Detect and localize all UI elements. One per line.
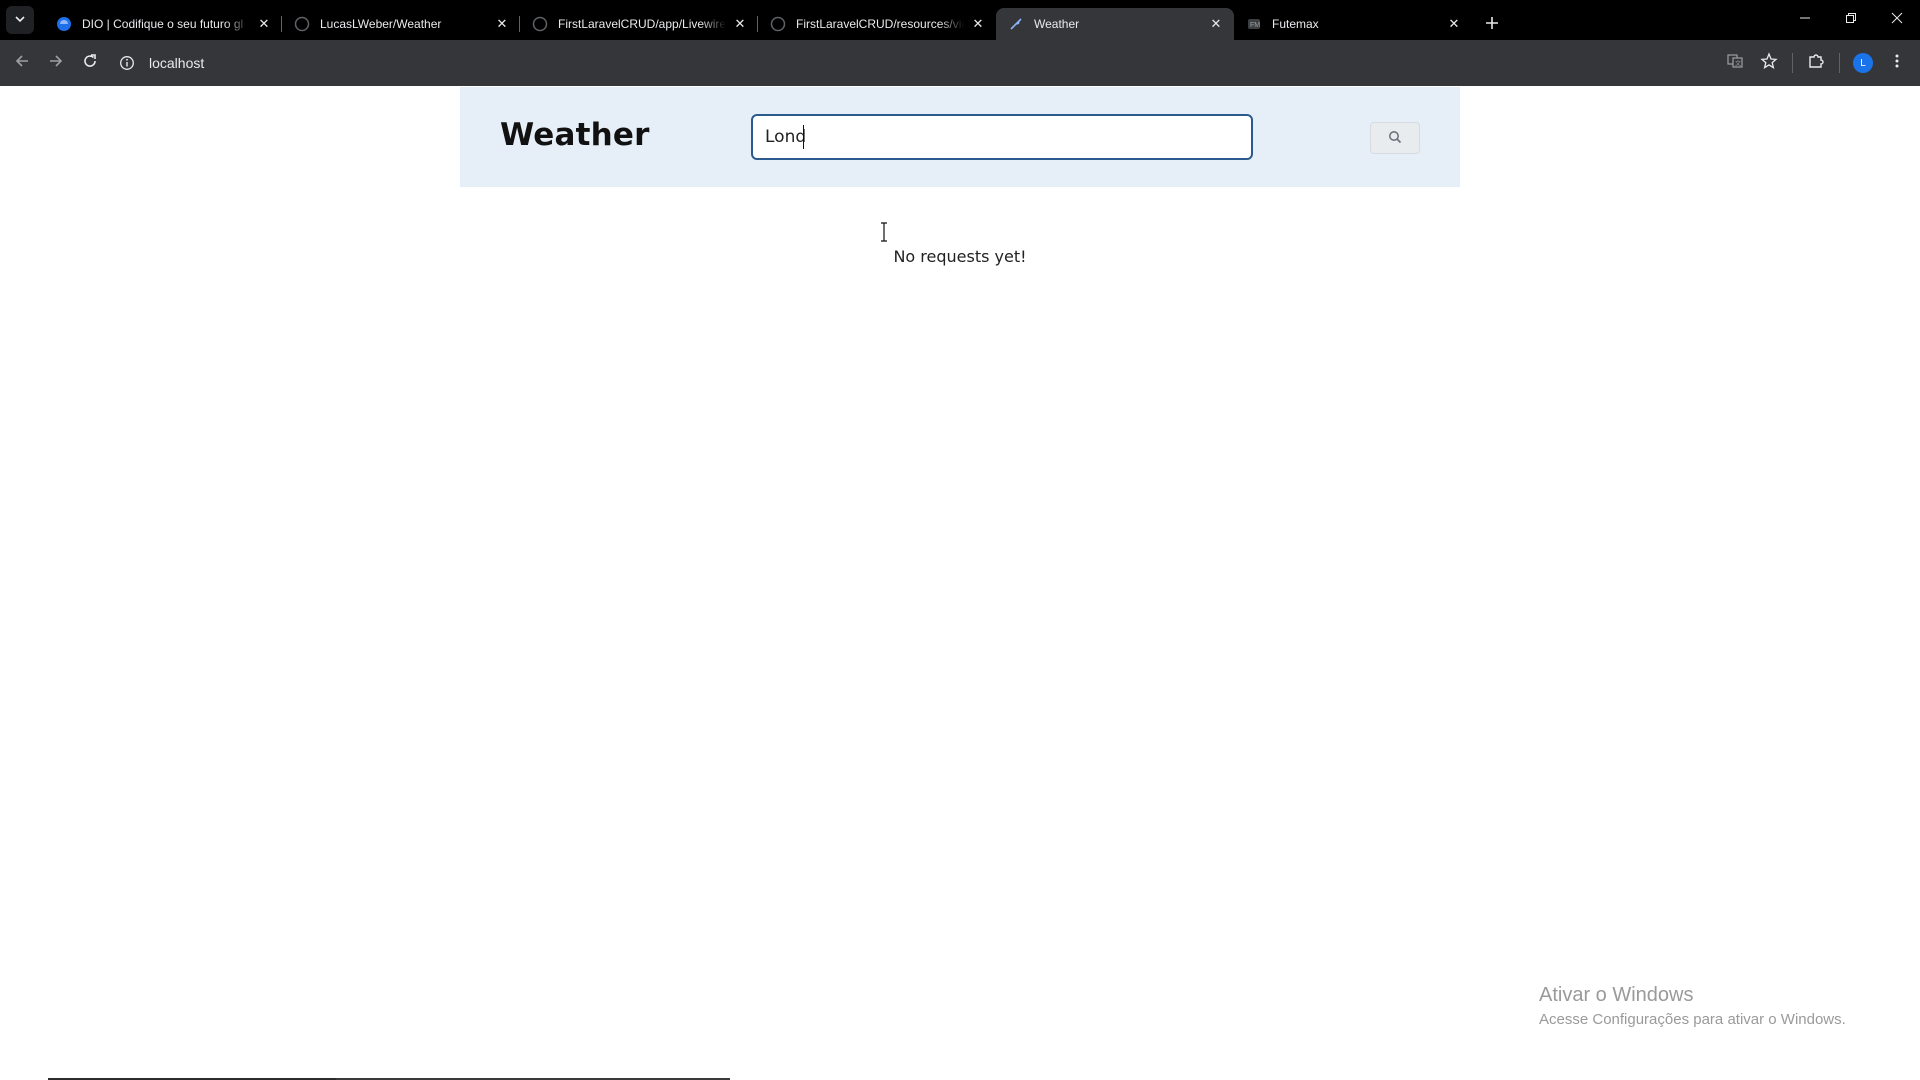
text-cursor-icon <box>879 222 889 242</box>
chevron-down-icon <box>14 13 26 28</box>
menu-button[interactable] <box>1880 46 1914 80</box>
tab-strip: DIO | Codifique o seu futuro gl ✕ LucasL… <box>0 0 1920 40</box>
tab-title: LucasLWeber/Weather <box>320 17 442 31</box>
close-icon[interactable]: ✕ <box>256 16 272 32</box>
plus-icon <box>1485 11 1499 35</box>
profile-button[interactable]: L <box>1846 46 1880 80</box>
window-controls <box>1782 0 1920 40</box>
tab-livewire[interactable]: FirstLaravelCRUD/app/Livewire/ ✕ <box>519 8 758 40</box>
tab-title: FirstLaravelCRUD/app/Livewire/ <box>558 17 726 31</box>
arrow-right-icon <box>48 53 64 73</box>
puzzle-icon <box>1807 52 1825 74</box>
tab-dio[interactable]: DIO | Codifique o seu futuro gl ✕ <box>44 8 282 40</box>
translate-button[interactable]: 文 <box>1718 46 1752 80</box>
address-bar[interactable]: localhost <box>115 46 204 80</box>
info-icon[interactable] <box>115 51 139 75</box>
tab-search-button[interactable] <box>6 6 34 34</box>
extensions-button[interactable] <box>1799 46 1833 80</box>
windows-activation-watermark: Ativar o Windows Acesse Configurações pa… <box>1539 984 1846 1028</box>
search-button[interactable] <box>1370 122 1420 154</box>
page-title: Weather <box>500 117 650 153</box>
tab-resources[interactable]: FirstLaravelCRUD/resources/vie ✕ <box>757 8 996 40</box>
feather-icon <box>1008 16 1024 32</box>
arrow-left-icon <box>14 53 30 73</box>
search-input[interactable] <box>751 114 1253 160</box>
tab-futemax[interactable]: FM Futemax ✕ <box>1234 8 1472 40</box>
close-icon[interactable]: ✕ <box>970 16 986 32</box>
minimize-button[interactable] <box>1782 0 1828 40</box>
reload-icon <box>82 53 98 73</box>
close-icon <box>1891 12 1903 28</box>
svg-text:FM: FM <box>1250 22 1260 29</box>
tab-weather-repo[interactable]: LucasLWeber/Weather ✕ <box>281 8 520 40</box>
forward-button[interactable] <box>39 46 73 80</box>
close-icon[interactable]: ✕ <box>494 16 510 32</box>
page-viewport: Weather No requests yet! <box>0 86 1920 1080</box>
new-tab-button[interactable] <box>1478 9 1506 37</box>
weather-header: Weather <box>460 87 1460 187</box>
github-icon <box>770 16 786 32</box>
close-icon[interactable]: ✕ <box>732 16 748 32</box>
tab-title: DIO | Codifique o seu futuro gl <box>82 17 244 31</box>
more-vertical-icon <box>1889 53 1905 73</box>
futemax-icon: FM <box>1246 16 1262 32</box>
dio-icon <box>56 16 72 32</box>
bookmark-button[interactable] <box>1752 46 1786 80</box>
star-icon <box>1760 52 1778 74</box>
toolbar-divider <box>1839 53 1840 73</box>
text-caret <box>803 125 804 149</box>
empty-state-message: No requests yet! <box>893 247 1027 266</box>
close-window-button[interactable] <box>1874 0 1920 40</box>
tab-title: FirstLaravelCRUD/resources/vie <box>796 17 964 31</box>
toolbar-actions: 文 L <box>1718 46 1914 80</box>
close-icon[interactable]: ✕ <box>1446 16 1462 32</box>
reload-button[interactable] <box>73 46 107 80</box>
tab-list: DIO | Codifique o seu futuro gl ✕ LucasL… <box>44 0 1506 40</box>
tab-title: Futemax <box>1272 17 1319 31</box>
toolbar-divider <box>1792 53 1793 73</box>
search-icon <box>1388 129 1402 148</box>
translate-icon: 文 <box>1726 52 1744 74</box>
browser-toolbar: localhost 文 L <box>0 40 1920 86</box>
github-icon <box>294 16 310 32</box>
watermark-subtitle: Acesse Configurações para ativar o Windo… <box>1539 1011 1846 1028</box>
close-icon[interactable]: ✕ <box>1208 16 1224 32</box>
watermark-title: Ativar o Windows <box>1539 984 1694 1006</box>
github-icon <box>532 16 548 32</box>
avatar: L <box>1853 53 1873 73</box>
tab-weather[interactable]: Weather ✕ <box>996 8 1234 40</box>
minimize-icon <box>1799 12 1811 28</box>
restore-icon <box>1845 12 1857 28</box>
restore-button[interactable] <box>1828 0 1874 40</box>
tab-title: Weather <box>1034 17 1080 31</box>
svg-text:文: 文 <box>1735 60 1741 68</box>
back-button[interactable] <box>5 46 39 80</box>
address-text: localhost <box>149 55 205 71</box>
